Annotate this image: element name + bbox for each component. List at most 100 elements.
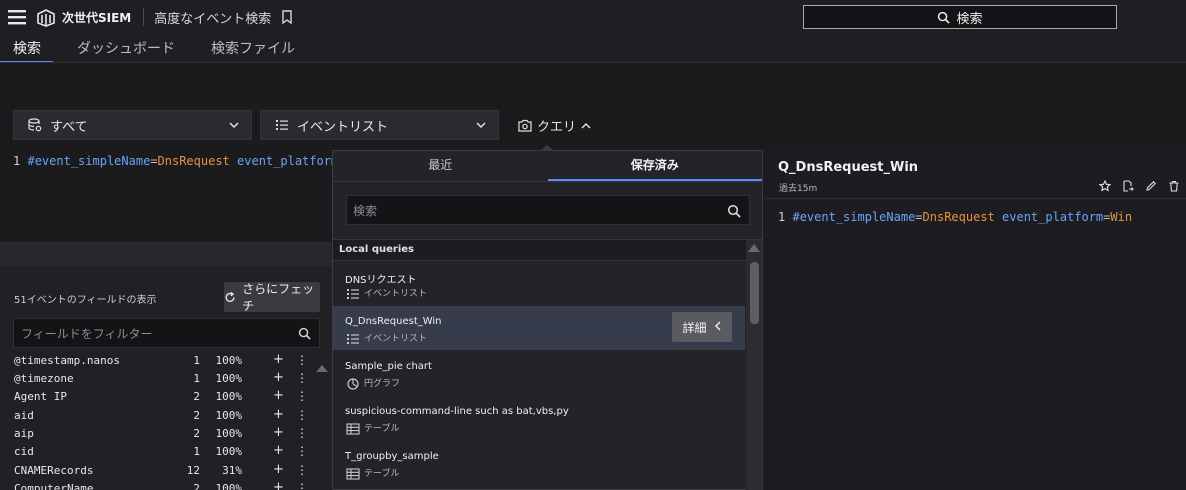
delete-icon[interactable]: [1168, 180, 1180, 192]
fetch-more-button[interactable]: さらにフェッチ: [224, 282, 320, 313]
field-percentage: 100%: [215, 372, 243, 385]
tab-dashboard[interactable]: ダッシュボード: [77, 35, 175, 63]
tab-search-files[interactable]: 検索ファイル: [211, 35, 295, 63]
search-icon: [938, 11, 951, 24]
query-detail-panel: Q_DnsRequest_Win 過去15m 1 #event_simpleNa…: [764, 150, 1186, 490]
field-row[interactable]: Agent IP 2 100% + ⋮: [0, 388, 333, 408]
detail-token: =: [915, 210, 923, 224]
list-icon: [346, 330, 360, 344]
dropdown-tabs: 最近 保存済み: [333, 151, 762, 181]
edit-icon[interactable]: [1145, 180, 1157, 192]
star-icon[interactable]: [1099, 180, 1111, 192]
logo-icon: [37, 9, 55, 27]
tab-search[interactable]: 検索: [0, 35, 53, 63]
field-filter-input[interactable]: フィールドをフィルター: [13, 318, 320, 348]
field-percentage: 100%: [215, 390, 243, 403]
add-field-icon[interactable]: +: [273, 443, 284, 458]
field-name: Agent IP: [14, 390, 67, 403]
table-icon: [346, 465, 360, 480]
field-name: @timezone: [14, 372, 74, 385]
view-type-select[interactable]: イベントリスト: [260, 110, 499, 140]
editor-token: #event_simpleName: [27, 154, 151, 168]
global-search-label: 検索: [956, 11, 983, 27]
more-options-icon[interactable]: ⋮: [296, 426, 308, 440]
saved-query-item[interactable]: DNSリクエスト イベントリスト: [333, 261, 745, 305]
query-toggle-button[interactable]: クエリ: [518, 116, 591, 135]
scrollbar-thumb[interactable]: [750, 262, 759, 324]
saved-query-icon: [518, 119, 532, 132]
more-options-icon[interactable]: ⋮: [296, 353, 308, 367]
scroll-up-icon[interactable]: [748, 244, 760, 252]
saved-queries-dropdown: 最近 保存済み 検索 Local queries DNSリクエスト イベントリスト…: [332, 150, 763, 490]
field-name: cid: [14, 445, 34, 458]
saved-query-scrollbar[interactable]: [746, 240, 762, 490]
list-icon: [276, 120, 288, 130]
details-button[interactable]: 詳細: [672, 312, 732, 342]
more-options-icon[interactable]: ⋮: [296, 463, 308, 477]
more-options-icon[interactable]: ⋮: [296, 389, 308, 403]
field-percentage: 100%: [215, 409, 243, 422]
refresh-icon: [225, 291, 235, 302]
editor-resize-bar[interactable]: [0, 242, 333, 266]
query-toggle-label: クエリ: [537, 120, 577, 135]
editor-query-text: #event_simpleName=DnsRequest event_platf…: [27, 154, 333, 168]
query-editor[interactable]: 1 #event_simpleName=DnsRequest event_pla…: [0, 149, 333, 242]
saved-query-title: Sample_pie chart: [345, 361, 432, 372]
add-field-icon[interactable]: +: [273, 352, 284, 367]
export-icon[interactable]: [1122, 180, 1134, 192]
add-field-icon[interactable]: +: [273, 480, 284, 490]
field-row[interactable]: cid 1 100% + ⋮: [0, 443, 333, 463]
saved-query-type: テーブル: [364, 424, 400, 434]
repository-select[interactable]: すべて: [13, 110, 252, 140]
field-row[interactable]: ComputerName 2 100% + ⋮: [0, 480, 333, 490]
repository-select-value: すべて: [50, 119, 88, 135]
pie-chart-icon: [346, 375, 360, 390]
add-field-icon[interactable]: +: [273, 388, 284, 403]
field-name: CNAMERecords: [14, 464, 94, 477]
field-percentage: 100%: [215, 482, 243, 490]
detail-token: #event_simpleName: [792, 210, 916, 224]
detail-query-text: 1 #event_simpleName=DnsRequest event_pla…: [778, 210, 1132, 224]
editor-token: [230, 154, 237, 168]
more-options-icon[interactable]: ⋮: [296, 481, 308, 490]
saved-query-type: 円グラフ: [364, 379, 401, 389]
fields-scrollbar[interactable]: [313, 358, 331, 490]
detail-token: [995, 210, 1002, 224]
saved-query-item[interactable]: suspicious-command-line such as bat,vbs,…: [333, 396, 745, 440]
details-button-label: 詳細: [682, 320, 707, 335]
scroll-up-icon[interactable]: [313, 362, 331, 376]
tab-recent[interactable]: 最近: [333, 151, 548, 181]
list-icon: [346, 285, 360, 299]
main-tabs: 検索 ダッシュボード 検索ファイル: [0, 35, 1186, 63]
add-field-icon[interactable]: +: [273, 425, 284, 440]
local-queries-section-header: Local queries: [333, 239, 762, 261]
saved-query-search-placeholder: 検索: [353, 203, 378, 218]
fetch-more-label: さらにフェッチ: [242, 282, 315, 313]
search-icon: [727, 204, 741, 218]
detail-query-tokens: #event_simpleName=DnsRequest event_platf…: [792, 210, 1132, 224]
menu-icon[interactable]: [0, 0, 34, 34]
bookmark-icon[interactable]: [281, 10, 293, 24]
add-field-icon[interactable]: +: [273, 407, 284, 422]
field-percentage: 100%: [215, 445, 243, 458]
field-name: ComputerName: [14, 482, 94, 490]
detail-query-title: Q_DnsRequest_Win: [778, 160, 919, 175]
saved-query-item[interactable]: T_groupby_sample テーブル: [333, 441, 745, 485]
chevron-up-icon: [581, 122, 591, 129]
more-options-icon[interactable]: ⋮: [296, 408, 308, 422]
global-search-button[interactable]: 検索: [803, 5, 1117, 29]
chevron-down-icon: [476, 122, 486, 129]
more-options-icon[interactable]: ⋮: [296, 371, 308, 385]
saved-query-title: DNSリクエスト: [345, 275, 417, 286]
saved-query-search-input[interactable]: 検索: [346, 195, 750, 225]
field-percentage: 100%: [215, 354, 243, 367]
saved-query-item[interactable]: Q_DnsRequest_Win イベントリスト 詳細: [333, 306, 745, 350]
dropdown-tabs-divider: [333, 181, 762, 182]
field-list: @timestamp.nanos 1 100% + ⋮ @timezone 1 100% + ⋮ A…: [0, 351, 333, 490]
more-options-icon[interactable]: ⋮: [296, 444, 308, 458]
saved-query-item[interactable]: Sample_pie chart 円グラフ: [333, 351, 745, 395]
add-field-icon[interactable]: +: [273, 462, 284, 477]
tab-saved[interactable]: 保存済み: [547, 151, 763, 181]
add-field-icon[interactable]: +: [273, 370, 284, 385]
chevron-left-icon: [714, 320, 722, 334]
